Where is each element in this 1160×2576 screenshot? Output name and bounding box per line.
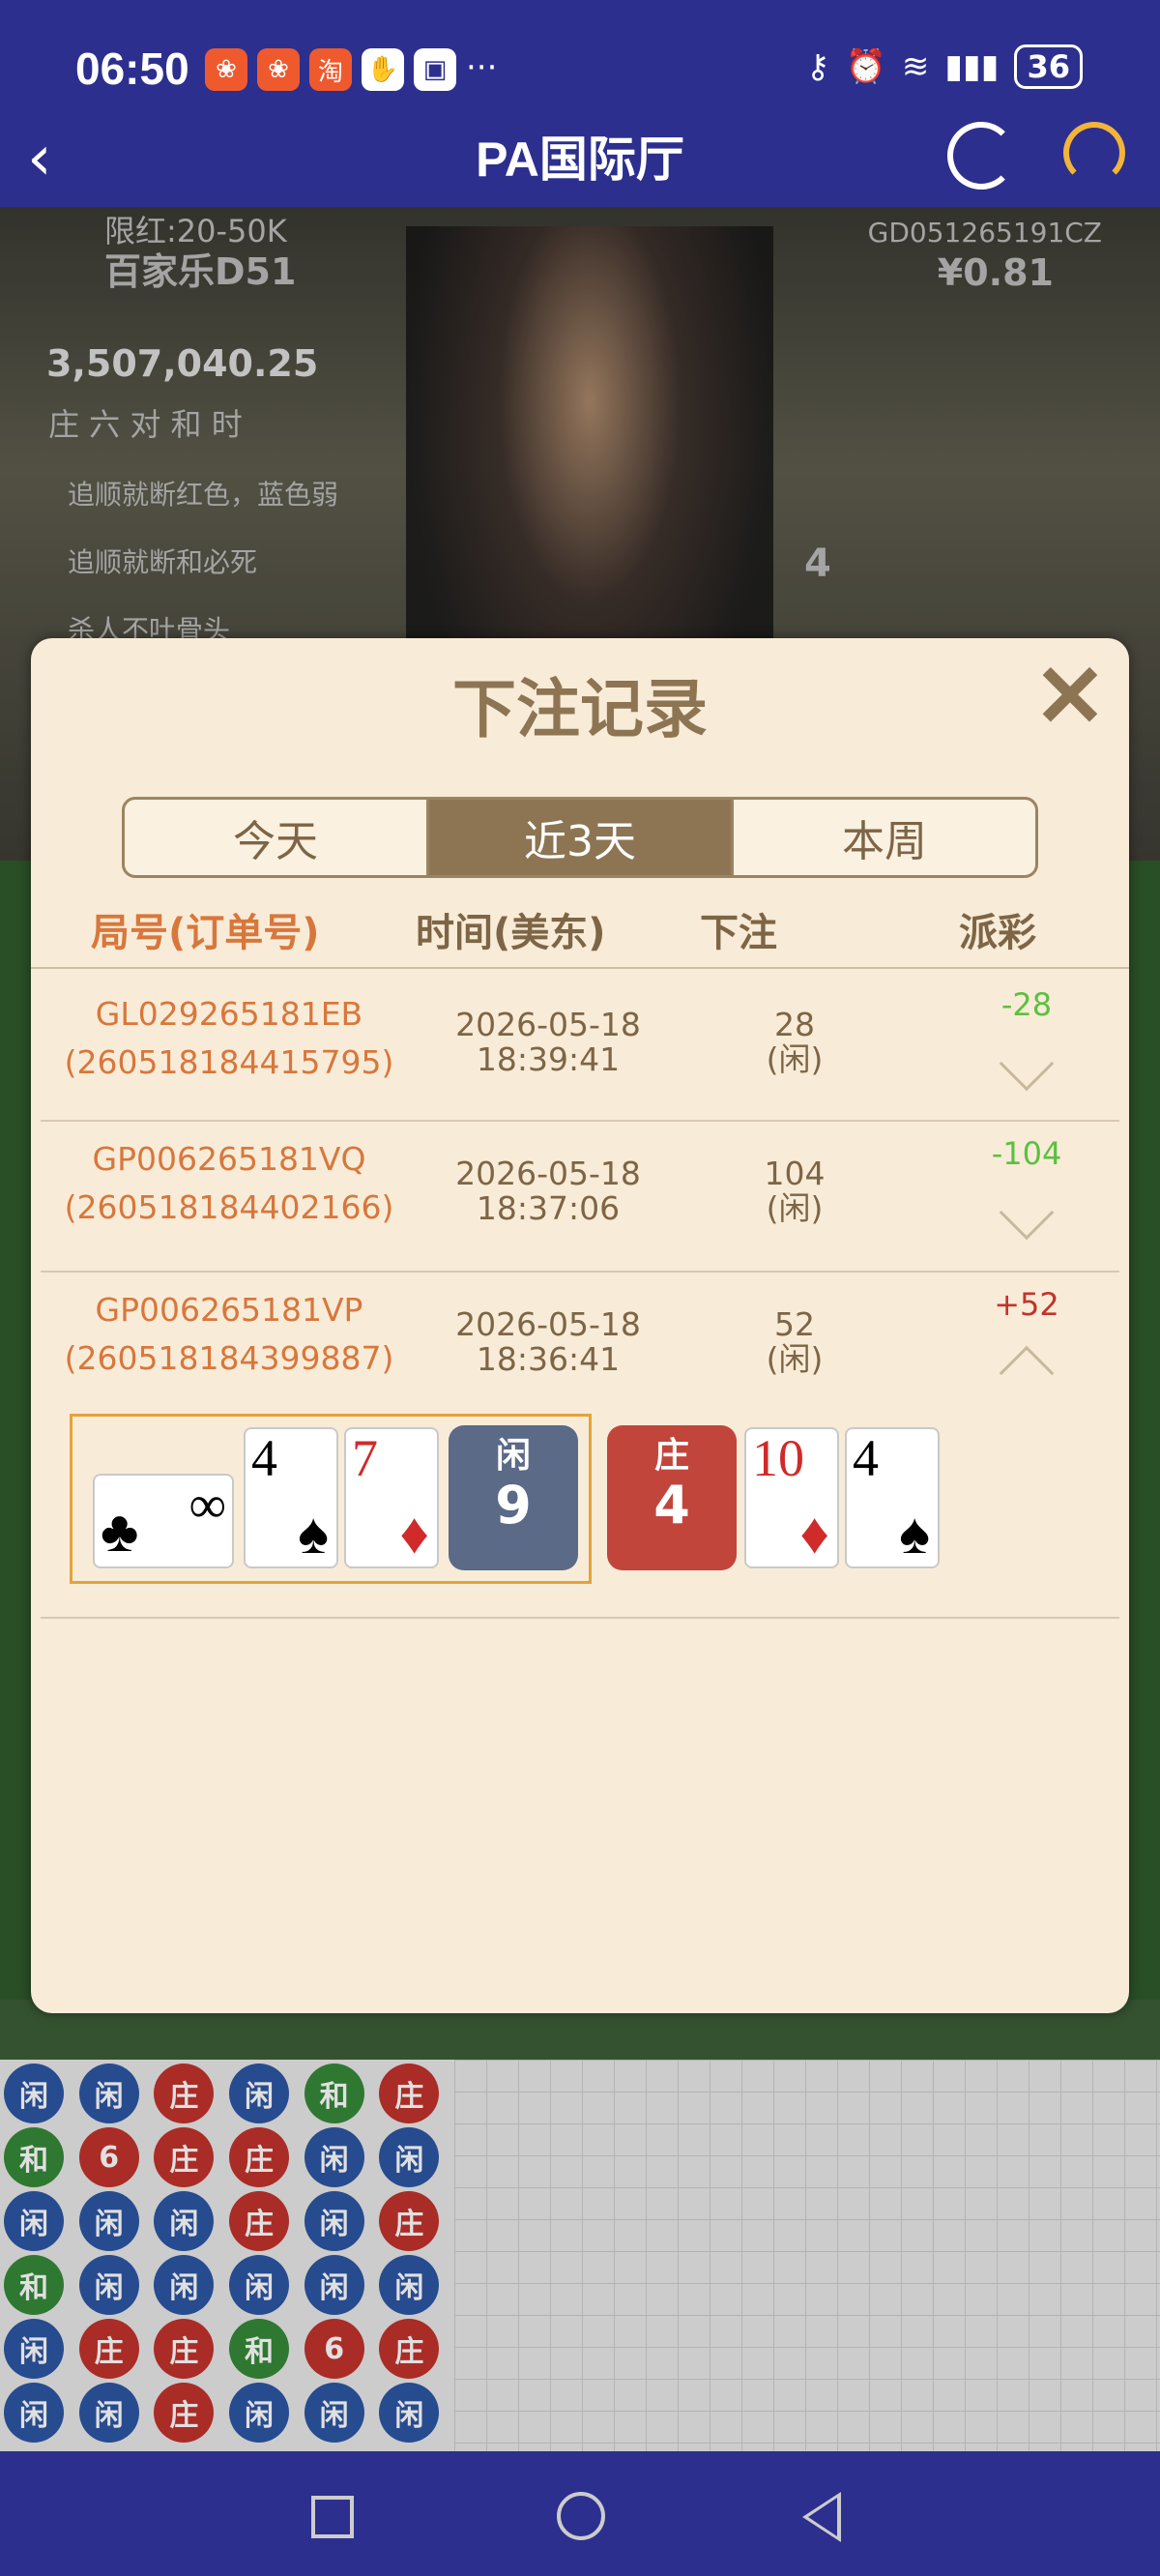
- close-icon[interactable]: ✕: [1027, 654, 1114, 743]
- customer-service-icon[interactable]: [1063, 122, 1125, 184]
- banker-score-badge: 庄 4: [607, 1425, 737, 1570]
- date-range-tabs: 今天 近3天 本周: [122, 797, 1038, 878]
- tab-today[interactable]: 今天: [125, 800, 429, 875]
- record-date: 2026-05-18: [455, 1305, 641, 1343]
- status-bar: 06:50 ❀ ❀ 淘 ✋ ▣ ··· ⚷ ⏰ ≋ ▮▮▮ 36: [0, 0, 1160, 116]
- battery-indicator: 36: [1014, 44, 1083, 89]
- player-card-side: ∞ ♣: [93, 1474, 234, 1568]
- hand-notification-icon: ✋: [362, 48, 404, 91]
- column-header-payout: 派彩: [959, 911, 1036, 955]
- column-header-time: 时间(美东): [416, 911, 606, 955]
- refresh-icon[interactable]: [947, 122, 1015, 190]
- bet-amount: 52: [774, 1305, 815, 1343]
- more-notifications-icon: ···: [466, 48, 498, 87]
- chevron-down-icon[interactable]: [999, 1185, 1055, 1241]
- player-card: 7 ♦: [344, 1427, 439, 1568]
- key-icon: ⚷: [805, 47, 830, 86]
- bet-amount: 28: [774, 1006, 815, 1043]
- alarm-icon: ⏰: [845, 47, 886, 86]
- bet-record-row[interactable]: GL029265181EB (260518184415795) 2026-05-…: [41, 971, 1119, 1122]
- player-card: 4 ♠: [244, 1427, 338, 1568]
- bet-amount: 104: [764, 1155, 826, 1192]
- wallet-notification-icon: ▣: [414, 48, 456, 91]
- payout-value: -104: [991, 1135, 1062, 1172]
- bet-side: (闲): [766, 1189, 824, 1227]
- record-date: 2026-05-18: [455, 1006, 641, 1043]
- order-number: (260518184402166): [64, 1188, 394, 1226]
- record-date: 2026-05-18: [455, 1155, 641, 1192]
- app-notification-icon: ❀: [257, 48, 300, 91]
- chevron-down-icon[interactable]: [999, 1036, 1055, 1092]
- column-header-id: 局号(订单号): [91, 911, 320, 955]
- system-icons: ⚷ ⏰ ≋ ▮▮▮ 36: [806, 44, 1083, 89]
- banker-card: 4 ♠: [845, 1427, 940, 1568]
- back-button-inner: [808, 2498, 837, 2536]
- game-id: GL029265181EB: [95, 995, 363, 1033]
- home-button[interactable]: [557, 2492, 605, 2540]
- payout-value: -28: [1000, 986, 1053, 1023]
- record-time: 18:39:41: [476, 1040, 621, 1078]
- screen: 06:50 ❀ ❀ 淘 ✋ ▣ ··· ⚷ ⏰ ≋ ▮▮▮ 36 ‹ PA国际厅…: [0, 0, 1160, 2576]
- signal-icon: ▮▮▮: [944, 47, 1000, 86]
- banker-card: 10 ♦: [744, 1427, 839, 1568]
- player-score-badge: 闲 9: [449, 1425, 578, 1570]
- notification-icons: ❀ ❀ 淘 ✋ ▣ ···: [205, 48, 497, 91]
- status-time: 06:50: [75, 44, 189, 94]
- bet-record-row[interactable]: GP006265181VQ (260518184402166) 2026-05-…: [41, 1122, 1119, 1273]
- order-number: (260518184399887): [64, 1339, 394, 1377]
- record-time: 18:36:41: [476, 1340, 621, 1378]
- game-id: GP006265181VP: [95, 1291, 363, 1329]
- recent-apps-button[interactable]: [311, 2496, 354, 2538]
- header-divider: [31, 967, 1129, 969]
- column-header-bet: 下注: [700, 911, 777, 955]
- system-navigation-bar: [0, 2451, 1160, 2576]
- chevron-up-icon[interactable]: [999, 1345, 1055, 1401]
- round-result: ∞ ♣ 4 ♠ 7 ♦ 闲 9 庄 4 10 ♦ 4 ♠: [70, 1414, 1094, 1588]
- taobao-notification-icon: 淘: [309, 48, 352, 91]
- game-id: GP006265181VQ: [92, 1140, 366, 1178]
- record-time: 18:37:06: [476, 1189, 621, 1227]
- bet-side: (闲): [766, 1340, 824, 1378]
- tab-last-3-days[interactable]: 近3天: [429, 800, 734, 875]
- list-end-divider: [41, 1617, 1119, 1619]
- wifi-icon: ≋: [901, 47, 930, 86]
- table-header: 局号(订单号) 时间(美东) 下注 派彩: [31, 892, 1129, 969]
- bet-record-dialog: 下注记录 ✕ 今天 近3天 本周 局号(订单号) 时间(美东) 下注 派彩 GL…: [31, 638, 1129, 2013]
- bet-side: (闲): [766, 1040, 824, 1078]
- payout-value: +52: [994, 1286, 1059, 1323]
- tab-this-week[interactable]: 本周: [734, 800, 1035, 875]
- app-header: ‹ PA国际厅: [0, 116, 1160, 207]
- dialog-title: 下注记录: [452, 671, 708, 746]
- order-number: (260518184415795): [64, 1043, 394, 1081]
- app-notification-icon: ❀: [205, 48, 247, 91]
